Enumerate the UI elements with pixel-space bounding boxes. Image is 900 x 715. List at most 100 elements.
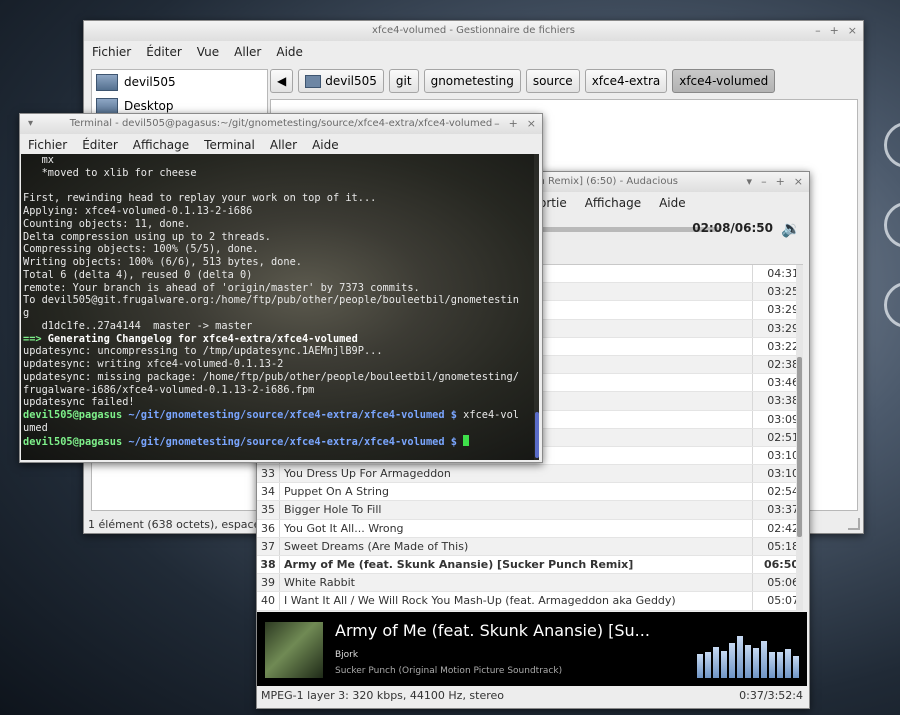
close-icon[interactable]: ×: [527, 114, 536, 134]
scrollbar-thumb[interactable]: [535, 412, 539, 458]
terminal-line: Counting objects: 11, done.: [23, 217, 191, 230]
track-title: White Rabbit: [284, 576, 355, 590]
visualizer-bar: [785, 648, 791, 678]
audacious-statusbar: MPEG-1 layer 3: 320 kbps, 44100 Hz, ster…: [257, 686, 807, 706]
desktop-ring-middle: [884, 202, 900, 248]
resize-grip[interactable]: [848, 518, 860, 530]
playlist-row[interactable]: 40 I Want It All / We Will Rock You Mash-…: [257, 592, 803, 611]
track-title: Bigger Hole To Fill: [284, 503, 382, 517]
close-icon[interactable]: ×: [848, 21, 857, 41]
menu-editer[interactable]: Éditer: [146, 45, 182, 59]
playlist-row[interactable]: 38 Army of Me (feat. Skunk Anansie) [Suck…: [257, 556, 803, 575]
track-number: 40: [257, 592, 280, 610]
path-button-xfce4-extra[interactable]: xfce4-extra: [584, 69, 668, 93]
audacious-title: ch Remix] (6:50) - Audacious: [533, 176, 679, 187]
terminal-output[interactable]: mx *moved to xlib for cheese First, rewi…: [21, 154, 539, 460]
path-button-home[interactable]: devil505: [298, 69, 384, 93]
track-number: 38: [257, 556, 280, 574]
playlist-row[interactable]: 33 You Dress Up For Armageddon 03:10: [257, 465, 803, 484]
track-title: You Got It All... Wrong: [284, 521, 404, 535]
terminal-line: Applying: xfce4-volumed-0.1.13-2-i686: [23, 205, 253, 217]
menu-vue[interactable]: Vue: [197, 45, 219, 59]
album-art: [265, 622, 323, 678]
playlist-row[interactable]: 39 White Rabbit 05:06: [257, 574, 803, 593]
playlist-scrollbar[interactable]: [796, 265, 803, 611]
menu-affichage[interactable]: Affichage: [585, 196, 641, 210]
visualizer-bar: [729, 642, 735, 678]
minimize-icon[interactable]: –: [815, 21, 821, 41]
terminal-line: Delta compression using up to 2 threads.: [23, 230, 271, 243]
menu-aide[interactable]: Aide: [276, 45, 303, 59]
left-arrow-icon: ◀: [277, 74, 287, 88]
now-playing-title: Army of Me (feat. Skunk Anansie) [Su...: [335, 621, 650, 640]
path-button-gnometesting[interactable]: gnometesting: [423, 69, 521, 93]
window-menu-icon[interactable]: ▾: [28, 114, 33, 134]
stream-info: MPEG-1 layer 3: 320 kbps, 44100 Hz, ster…: [261, 689, 505, 702]
terminal-line: g: [23, 307, 30, 319]
playlist-row[interactable]: 34 Puppet On A String 02:54: [257, 483, 803, 502]
visualizer: [697, 632, 799, 678]
playlist-row[interactable]: 36 You Got It All... Wrong 02:42: [257, 519, 803, 538]
now-playing-artist: Bjork: [335, 650, 359, 660]
track-number: 36: [257, 519, 280, 537]
visualizer-bar: [777, 652, 783, 678]
file-manager-titlebar[interactable]: xfce4-volumed - Gestionnaire de fichiers…: [84, 21, 863, 41]
terminal-titlebar[interactable]: ▾ Terminal - devil505@pagasus:~/git/gnom…: [20, 114, 542, 134]
scrollbar-thumb[interactable]: [797, 357, 802, 537]
visualizer-bar: [761, 640, 767, 678]
visualizer-bar: [713, 647, 719, 678]
menu-fichier[interactable]: Fichier: [92, 45, 131, 59]
prompt-path: ~/git/gnometesting/source/xfce4-extra/xf…: [122, 435, 457, 448]
visualizer-bar: [769, 651, 775, 678]
track-title: Sweet Dreams (Are Made of This): [284, 539, 469, 553]
menu-affichage[interactable]: Affichage: [133, 138, 189, 152]
close-icon[interactable]: ×: [794, 172, 803, 192]
track-number: 39: [257, 574, 280, 592]
playlist-row[interactable]: 35 Bigger Hole To Fill 03:37: [257, 501, 803, 520]
path-label: xfce4-volumed: [679, 74, 769, 88]
path-button-source[interactable]: source: [525, 69, 580, 93]
terminal-text: mx *moved to xlib for cheese First, rewi…: [23, 154, 519, 448]
file-manager-status: 1 élément (638 octets), espace lib: [88, 518, 277, 531]
now-playing-area: Army of Me (feat. Skunk Anansie) [Su... …: [257, 612, 807, 686]
file-manager-menubar: Fichier Éditer Vue Aller Aide: [84, 41, 863, 63]
path-label: xfce4-extra: [591, 74, 661, 88]
terminal-title: Terminal - devil505@pagasus:~/git/gnomet…: [69, 118, 493, 129]
terminal-scrollbar[interactable]: [534, 154, 539, 460]
menu-aide[interactable]: Aide: [312, 138, 339, 152]
window-menu-icon[interactable]: ▾: [747, 172, 753, 192]
track-title: Army of Me (feat. Skunk Anansie) [Sucker…: [284, 558, 634, 571]
menu-sortie[interactable]: ortie: [539, 196, 567, 210]
menu-aide[interactable]: Aide: [659, 196, 686, 210]
minimize-icon[interactable]: –: [761, 172, 767, 192]
back-arrow-button[interactable]: ◀: [270, 69, 294, 93]
playlist-row[interactable]: 37 Sweet Dreams (Are Made of This) 05:18: [257, 537, 803, 556]
visualizer-bar: [697, 653, 703, 678]
path-label: devil505: [325, 74, 377, 88]
now-playing-album: Sucker Punch (Original Motion Picture So…: [335, 666, 563, 676]
path-label: source: [532, 74, 573, 88]
menu-editer[interactable]: Éditer: [82, 138, 118, 152]
menu-terminal[interactable]: Terminal: [204, 138, 255, 152]
sidebar-item-home[interactable]: devil505: [92, 70, 267, 94]
terminal-line: updatesync: uncompressing to /tmp/update…: [23, 345, 383, 358]
home-folder-icon: [305, 74, 322, 88]
terminal-line: *moved to xlib for cheese: [23, 166, 197, 179]
path-button-git[interactable]: git: [388, 69, 419, 93]
terminal-line: Writing objects: 100% (6/6), 513 bytes, …: [23, 256, 302, 268]
track-number: 35: [257, 501, 280, 519]
time-display: 02:08/06:50: [692, 221, 773, 235]
menu-fichier[interactable]: Fichier: [28, 138, 67, 152]
terminal-line: remote: Your branch is ahead of 'origin/…: [23, 281, 420, 294]
terminal-line: updatesync failed!: [23, 396, 135, 409]
maximize-icon[interactable]: +: [830, 21, 839, 41]
maximize-icon[interactable]: +: [776, 172, 785, 192]
file-manager-title: xfce4-volumed - Gestionnaire de fichiers: [372, 25, 575, 36]
menu-aller[interactable]: Aller: [234, 45, 261, 59]
path-button-xfce4-volumed[interactable]: xfce4-volumed: [672, 69, 776, 93]
terminal-line: d1dc1fe..27a4144 master -> master: [23, 319, 253, 332]
menu-aller[interactable]: Aller: [270, 138, 297, 152]
minimize-icon[interactable]: –: [494, 114, 500, 134]
volume-icon[interactable]: 🔉: [781, 219, 801, 238]
maximize-icon[interactable]: +: [509, 114, 518, 134]
